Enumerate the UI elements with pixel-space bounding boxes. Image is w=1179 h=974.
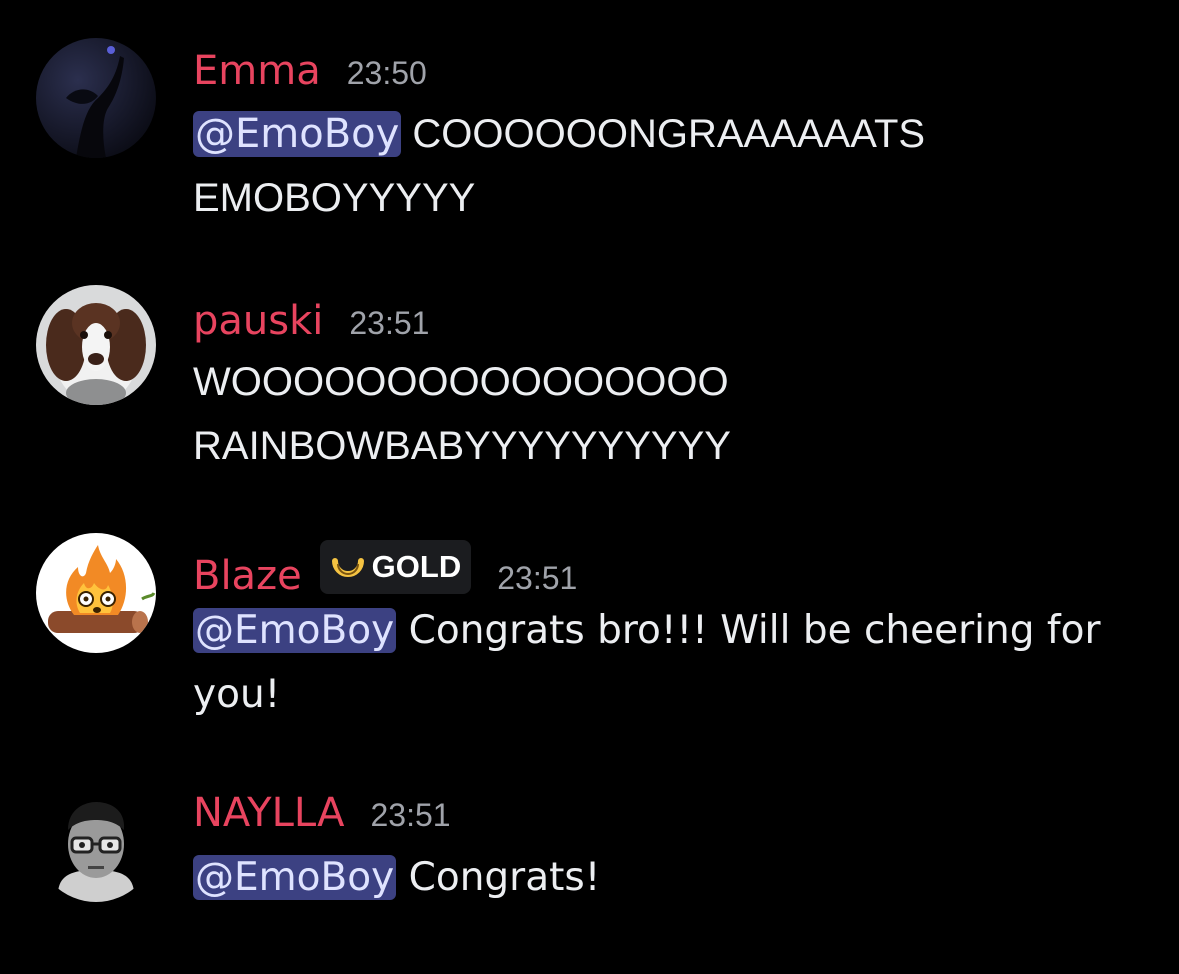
username[interactable]: Blaze bbox=[193, 553, 302, 599]
username[interactable]: NAYLLA bbox=[193, 790, 344, 836]
avatar[interactable] bbox=[36, 285, 156, 405]
avatar-image-glasses-person bbox=[36, 782, 156, 902]
avatar[interactable] bbox=[36, 38, 156, 158]
avatar-image-dark-figure bbox=[36, 38, 156, 158]
username[interactable]: pauski bbox=[193, 298, 323, 344]
avatar-image-fire-spirit bbox=[36, 533, 156, 653]
user-mention[interactable]: @EmoBoy bbox=[193, 608, 397, 653]
timestamp: 23:51 bbox=[370, 797, 451, 833]
user-mention[interactable]: @EmoBoy bbox=[193, 111, 402, 157]
timestamp: 23:50 bbox=[346, 55, 427, 91]
message-content: WOOOOOOOOOOOOOOOO RAINBOWBABYYYYYYYYYY bbox=[193, 360, 731, 468]
avatar[interactable] bbox=[36, 782, 156, 902]
username[interactable]: Emma bbox=[193, 48, 321, 94]
message-text: @EmoBoy Congrats! bbox=[193, 846, 1153, 910]
message-text: WOOOOOOOOOOOOOOOO RAINBOWBABYYYYYYYYYY bbox=[193, 350, 813, 478]
message-text: @EmoBoy COOOOOONGRAAAAAATS EMOBOYYYYY bbox=[193, 102, 1153, 230]
message-content: Congrats! bbox=[408, 855, 601, 900]
avatar[interactable] bbox=[36, 533, 156, 653]
message-text: @EmoBoy Congrats bro!!! Will be cheering… bbox=[193, 599, 1153, 727]
timestamp: 23:51 bbox=[349, 305, 430, 341]
badge-label: GOLD bbox=[371, 549, 462, 584]
avatar-image-spaniel-dog bbox=[36, 285, 156, 405]
user-mention[interactable]: @EmoBoy bbox=[193, 855, 397, 900]
gold-ring-icon bbox=[331, 558, 364, 577]
timestamp: 23:51 bbox=[497, 560, 578, 596]
server-tag-badge[interactable]: GOLD bbox=[319, 540, 472, 594]
